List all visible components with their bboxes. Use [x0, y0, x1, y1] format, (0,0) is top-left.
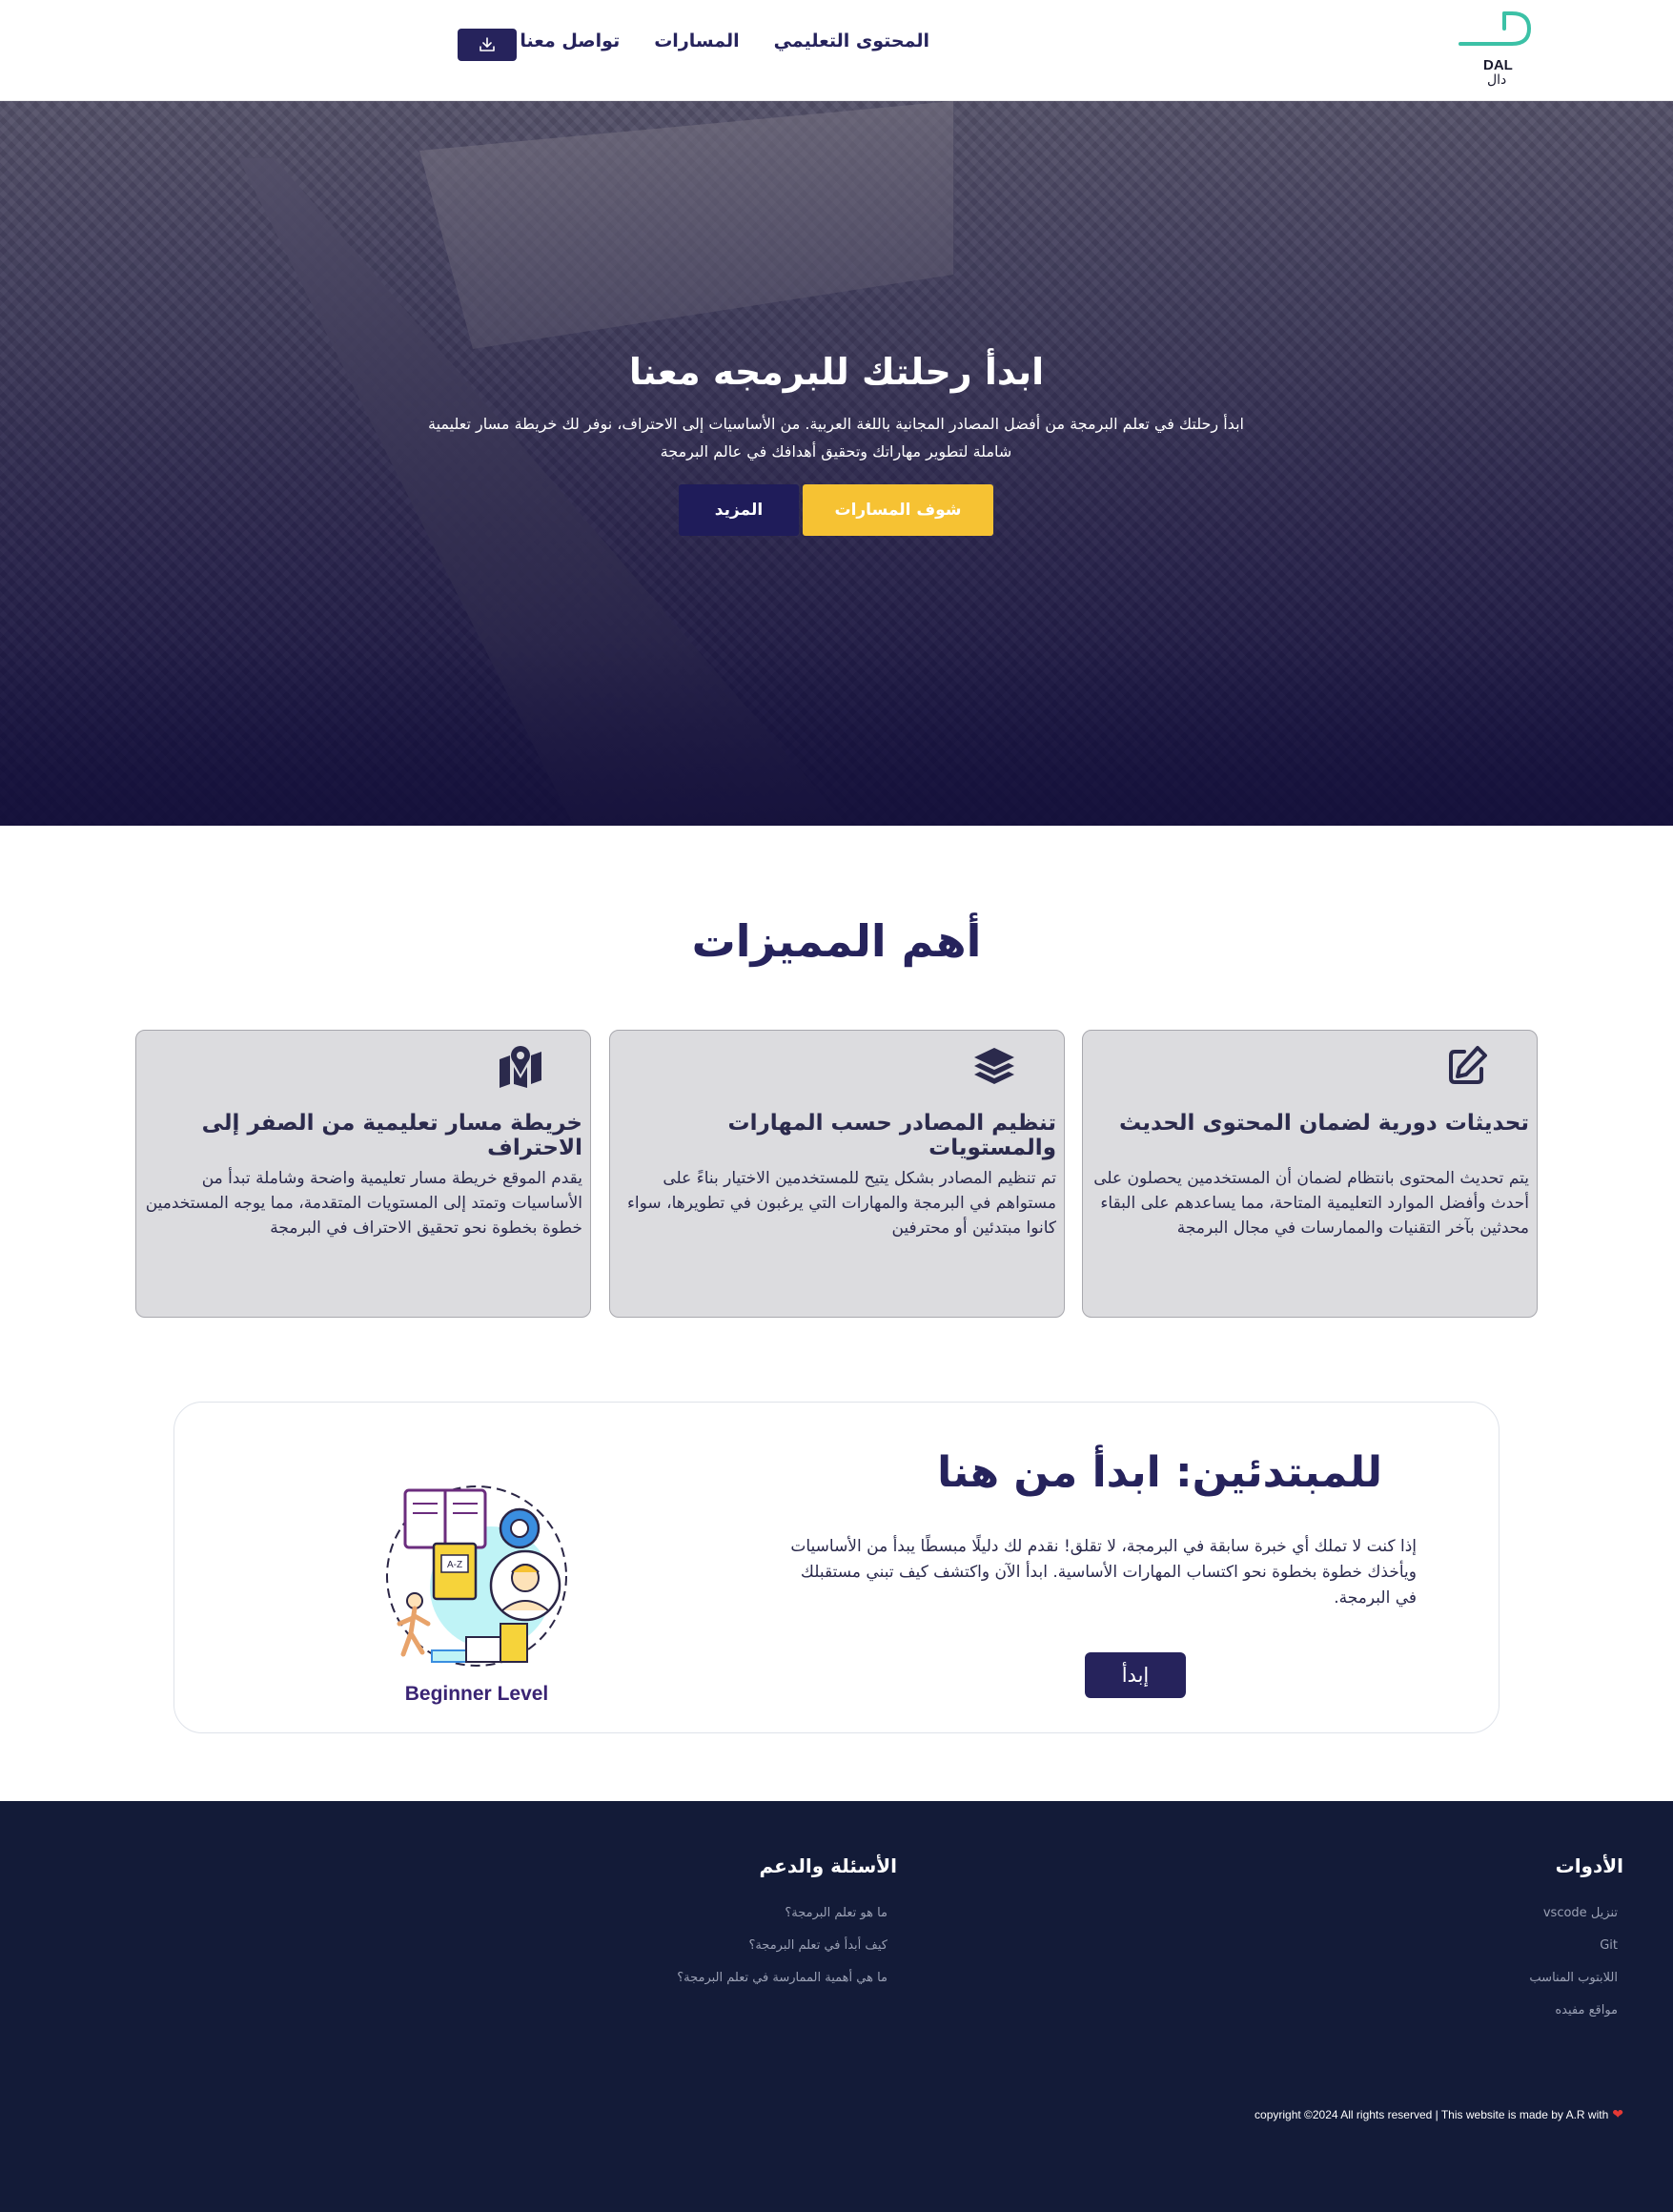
footer-link-laptop[interactable]: اللابتوب المناسب [1414, 1971, 1618, 1986]
features-title: أهم المميزات [691, 915, 982, 967]
view-tracks-button[interactable]: شوف المسارات [803, 484, 993, 536]
beginner-level-label: Beginner Level [404, 1683, 549, 1705]
start-button[interactable]: إبدأ [1085, 1652, 1186, 1698]
footer-tools-heading: الأدوات [1555, 1854, 1623, 1877]
map-icon [497, 1042, 544, 1090]
hero-section: ابدأ رحلتك للبرمجه معنا ابدأ رحلتك في تع… [0, 101, 1673, 826]
feature-card-updates: تحديثات دورية لضمان المحتوى الحديث يتم ت… [1082, 1030, 1538, 1318]
footer-faq-heading: الأسئلة والدعم [759, 1854, 897, 1877]
nav-link-tracks[interactable]: المسارات [654, 31, 739, 51]
download-icon [479, 37, 495, 51]
feature-card-text: تم تنظيم المصادر بشكل يتيح للمستخدمين ال… [626, 1169, 1056, 1238]
feature-card-title: تنظيم المصادر حسب المهارات والمستويات [727, 1111, 1056, 1160]
navbar: DAL دال المحتوى التعليمي المسارات تواصل … [0, 0, 1673, 101]
download-button[interactable] [458, 29, 517, 61]
logo-mark-icon [1459, 11, 1532, 46]
feature-card-text: يقدم الموقع خريطة مسار تعليمية واضحة وشا… [145, 1169, 582, 1238]
footer-link-vscode[interactable]: تنزيل vscode [1414, 1906, 1618, 1921]
nav-link-content[interactable]: المحتوى التعليمي [774, 31, 929, 51]
hero-content: ابدأ رحلتك للبرمجه معنا ابدأ رحلتك في تع… [0, 101, 1673, 826]
svg-text:A-Z: A-Z [447, 1560, 462, 1570]
feature-card-organization: تنظيم المصادر حسب المهارات والمستويات تم… [609, 1030, 1065, 1318]
logo-text-ar: دال [1487, 72, 1507, 88]
heart-icon: ❤ [1612, 2106, 1623, 2121]
copyright-text: copyright ©2024 All rights reserved | Th… [1255, 2107, 1609, 2121]
footer: الأدوات تنزيل vscode Git اللابتوب المناس… [0, 1801, 1673, 2212]
footer-link-how-to-start[interactable]: كيف أبدأ في تعلم البرمجة؟ [592, 1938, 888, 1954]
feature-card-title: خريطة مسار تعليمية من الصفر إلى الاحتراف [201, 1111, 582, 1160]
footer-link-what-is-programming[interactable]: ما هو تعلم البرمجة؟ [592, 1906, 888, 1921]
more-button[interactable]: المزيد [679, 484, 799, 536]
edit-icon [1443, 1042, 1491, 1090]
beginner-text: إذا كنت لا تملك أي خبرة سابقة في البرمجة… [790, 1537, 1417, 1608]
main-nav: المحتوى التعليمي المسارات تواصل معنا [520, 31, 929, 51]
footer-faq-column: الأسئلة والدعم ما هو تعلم البرمجة؟ كيف أ… [592, 1854, 897, 2003]
hero-title: ابدأ رحلتك للبرمجه معنا [628, 351, 1045, 393]
feature-card-title: تحديثات دورية لضمان المحتوى الحديث [1119, 1111, 1529, 1136]
footer-link-useful-sites[interactable]: مواقع مفيده [1414, 2003, 1618, 2018]
beginner-level-illustration-icon: A-Z [386, 1485, 567, 1667]
features-cards: تحديثات دورية لضمان المحتوى الحديث يتم ت… [135, 1030, 1538, 1318]
beginner-illustration: A-Z Beginner Level [377, 1481, 577, 1710]
hero-subtitle: ابدأ رحلتك في تعلم البرمجة من أفضل المصا… [428, 415, 1244, 461]
logo-text-en: DAL [1483, 57, 1513, 73]
logo[interactable]: DAL دال [1457, 8, 1533, 92]
nav-link-contact[interactable]: تواصل معنا [520, 31, 620, 51]
footer-link-practice-importance[interactable]: ما هي أهمية الممارسة في تعلم البرمجة؟ [592, 1971, 888, 1986]
footer-faq-list: ما هو تعلم البرمجة؟ كيف أبدأ في تعلم الب… [592, 1906, 888, 1986]
beginner-section: للمبتدئين: ابدأ من هنا إذا كنت لا تملك أ… [173, 1402, 1500, 1733]
beginner-title: للمبتدئين: ابدأ من هنا [937, 1448, 1382, 1497]
layers-icon [970, 1042, 1018, 1090]
hero-buttons: المزيد شوف المسارات [679, 484, 993, 536]
footer-tools-column: الأدوات تنزيل vscode Git اللابتوب المناس… [1414, 1854, 1623, 2036]
copyright: copyright ©2024 All rights reserved | Th… [1255, 2106, 1623, 2122]
footer-tools-list: تنزيل vscode Git اللابتوب المناسب مواقع … [1414, 1906, 1618, 2018]
feature-card-roadmap: خريطة مسار تعليمية من الصفر إلى الاحتراف… [135, 1030, 591, 1318]
feature-card-text: يتم تحديث المحتوى بانتظام لضمان أن المست… [1093, 1169, 1529, 1238]
footer-link-git[interactable]: Git [1414, 1938, 1618, 1954]
